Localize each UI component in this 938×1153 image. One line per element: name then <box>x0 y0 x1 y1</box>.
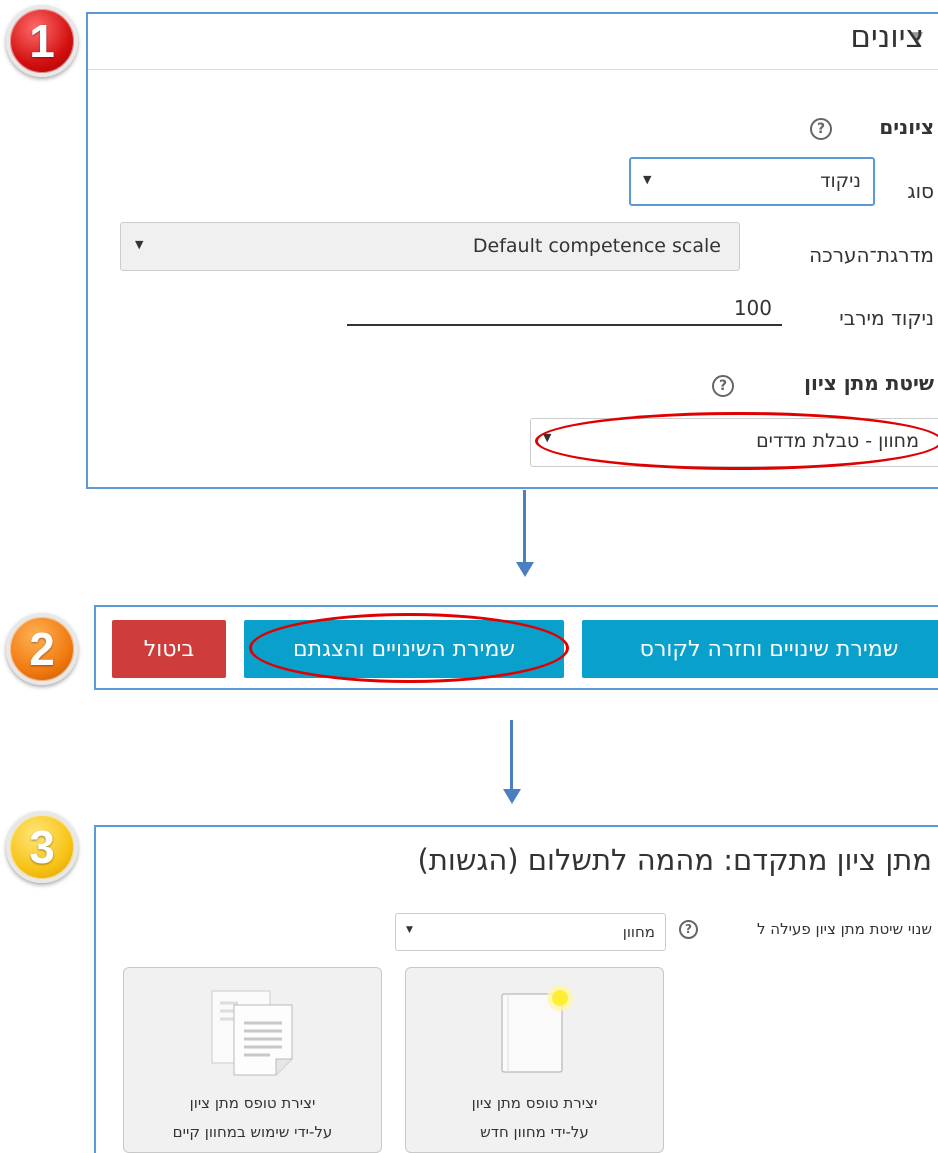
scale-label: מדרגת־הערכה <box>809 243 934 267</box>
highlight-ellipse <box>249 613 569 683</box>
new-rubric-icon <box>501 985 573 1073</box>
dropdown-caret-icon: ▼ <box>643 173 652 186</box>
help-icon[interactable]: ? <box>810 118 832 140</box>
grading-method-title: שיטת מתן ציון <box>804 371 934 395</box>
highlight-ellipse <box>535 412 938 470</box>
max-points-label: ניקוד מירבי <box>839 306 934 330</box>
help-icon[interactable]: ? <box>712 375 734 397</box>
dropdown-caret-icon: ▼ <box>135 238 144 251</box>
copy-rubric-icon <box>211 990 293 1076</box>
cancel-button[interactable]: ביטול <box>112 620 226 678</box>
tile-line-2: על-ידי מחוון חדש <box>480 1123 589 1141</box>
step-badge-3: 3 <box>6 811 78 883</box>
arrow-down-icon <box>510 720 513 790</box>
grades-subsection-title: ציונים <box>879 115 934 139</box>
grade-type-select[interactable]: ▼ ניקוד <box>629 157 875 206</box>
change-method-label: שנוי שיטת מתן ציון פעילה ל <box>756 920 932 938</box>
grades-settings-panel: ▼ ציונים ציונים ? סוג ▼ ניקוד מדרגת־הערכ… <box>86 12 938 489</box>
page-title: מתן ציון מתקדם: מהמה לתשלום (הגשות) <box>417 843 932 877</box>
grades-section-header[interactable]: ▼ ציונים <box>88 14 938 70</box>
step-badge-1: 1 <box>6 5 78 77</box>
arrow-down-icon <box>523 490 526 563</box>
create-from-existing-tile[interactable]: יצירת טופס מתן ציון על-ידי שימוש במחוון … <box>123 967 382 1153</box>
arrow-down-icon-head <box>516 562 534 577</box>
type-label: סוג <box>907 179 934 203</box>
dropdown-caret-icon: ▼ <box>406 925 413 935</box>
save-and-return-button[interactable]: שמירת שינויים וחזרה לקורס <box>582 620 938 678</box>
step-badge-2: 2 <box>6 613 78 685</box>
grading-method-switch-select[interactable]: ▼ מחוון <box>395 913 666 951</box>
create-new-rubric-tile[interactable]: יצירת טופס מתן ציון על-ידי מחוון חדש <box>405 967 664 1153</box>
grades-section-title: ציונים <box>850 19 924 55</box>
help-icon[interactable]: ? <box>679 920 698 939</box>
grade-scale-select[interactable]: ▼ Default competence scale <box>120 222 740 271</box>
form-buttons-panel: ביטול שמירת השינויים והצגתם שמירת שינויי… <box>94 605 938 690</box>
arrow-down-icon-head <box>503 789 521 804</box>
advanced-grading-panel: מתן ציון מתקדם: מהמה לתשלום (הגשות) שנוי… <box>94 825 938 1153</box>
max-points-input[interactable]: 100 <box>347 296 782 326</box>
tile-line-1: יצירת טופס מתן ציון <box>189 1094 316 1112</box>
tile-line-1: יצירת טופס מתן ציון <box>471 1094 598 1112</box>
tile-line-2: על-ידי שימוש במחוון קיים <box>172 1123 333 1141</box>
